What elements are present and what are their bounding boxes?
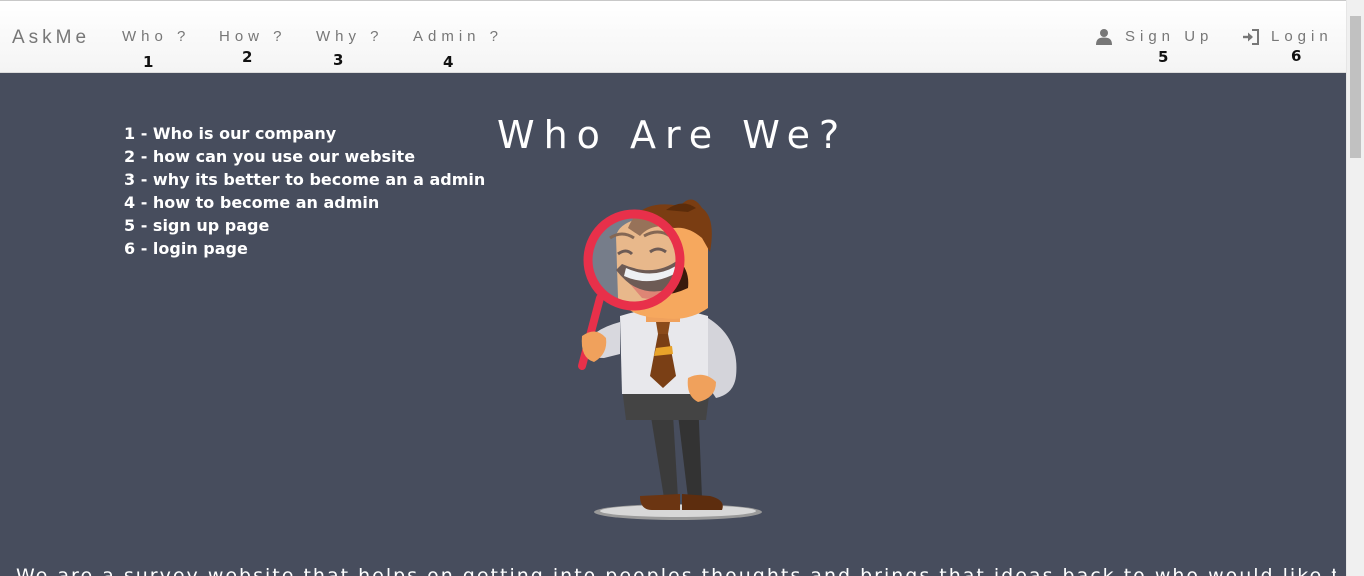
nav-link-who[interactable]: Who ? — [122, 28, 190, 45]
vertical-scrollbar[interactable] — [1346, 0, 1364, 576]
legend-item: 5 - sign up page — [124, 216, 270, 235]
login-icon — [1242, 29, 1260, 47]
page-title: Who Are We? — [497, 113, 849, 157]
scrollbar-thumb[interactable] — [1350, 16, 1361, 158]
legend-item: 1 - Who is our company — [124, 124, 337, 143]
signup-link[interactable]: Sign Up — [1125, 28, 1213, 45]
hero-description: We are a survey website that helps on ge… — [16, 565, 1336, 576]
nav-link-how[interactable]: How ? — [219, 28, 287, 45]
navbar: AskMe Who ? 1 How ? 2 Why ? 3 Admin ? 4 … — [0, 0, 1346, 73]
page: AskMe Who ? 1 How ? 2 Why ? 3 Admin ? 4 … — [0, 0, 1364, 576]
user-icon — [1096, 28, 1114, 46]
nav-number-how: 2 — [242, 48, 253, 66]
nav-number-why: 3 — [333, 51, 344, 69]
legend-item: 4 - how to become an admin — [124, 193, 380, 212]
nav-number-who: 1 — [143, 53, 154, 71]
legend-item: 6 - login page — [124, 239, 248, 258]
nav-number-admin: 4 — [443, 53, 454, 71]
nav-link-why[interactable]: Why ? — [316, 28, 384, 45]
hero-section: 1 - Who is our company 2 - how can you u… — [0, 73, 1346, 576]
man-with-magnifying-glass-illustration — [570, 198, 770, 533]
nav-number-signup: 5 — [1158, 48, 1169, 66]
nav-link-admin[interactable]: Admin ? — [413, 28, 503, 45]
nav-number-login: 6 — [1291, 47, 1302, 65]
legend-list: 1 - Who is our company 2 - how can you u… — [124, 122, 485, 260]
login-link[interactable]: Login — [1271, 28, 1333, 45]
legend-item: 2 - how can you use our website — [124, 147, 416, 166]
brand-link[interactable]: AskMe — [12, 27, 90, 49]
legend-item: 3 - why its better to become an a admin — [124, 170, 486, 189]
